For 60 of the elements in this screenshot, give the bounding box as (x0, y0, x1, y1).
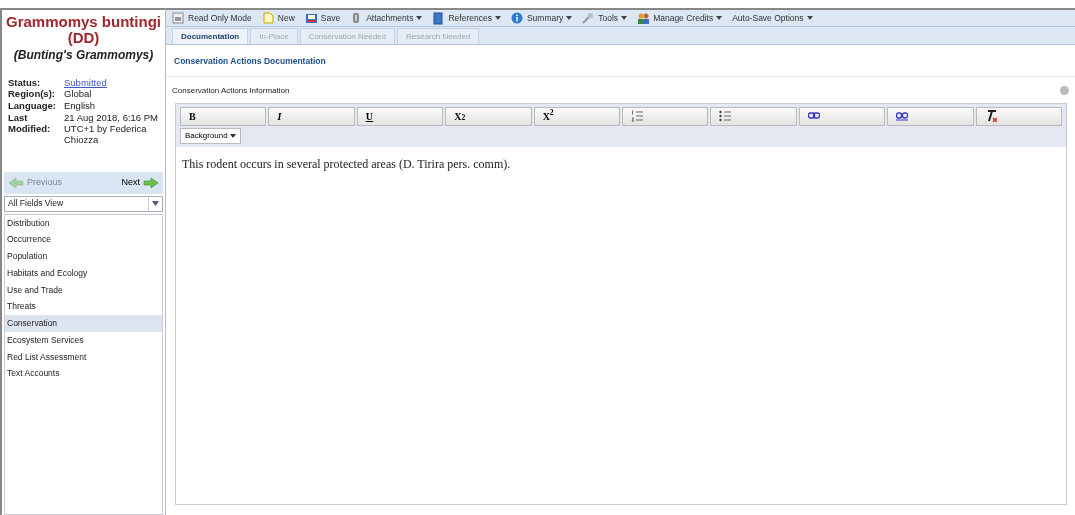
toolbar-button[interactable]: Tools (582, 11, 628, 25)
caret-icon (229, 133, 236, 138)
format-button[interactable]: B (180, 106, 267, 126)
detail-value: English (64, 101, 97, 113)
wrench-icon (582, 11, 596, 25)
detail-value: 21 Aug 2018, 6:16 PM UTC+1 by Federica Chiozza (64, 113, 159, 147)
new-page-icon (261, 11, 275, 25)
info-icon (510, 11, 524, 25)
category-code: (DD) (67, 29, 100, 46)
field-label: Conservation Actions Information (172, 84, 290, 97)
species-name: Grammomys buntingi (6, 14, 161, 30)
common-name: (Bunting's Grammomys) (13, 46, 154, 64)
section-item[interactable]: Conservation (5, 315, 162, 332)
lock-page-icon (172, 11, 185, 25)
editor-text: This rodent occurs in several protected areas (D. Tirira pers. comm). (182, 156, 511, 171)
toolbar-button[interactable]: Read Only Mode (172, 11, 252, 25)
unlink-icon (896, 110, 909, 123)
status-dot-icon (1060, 86, 1069, 96)
tab[interactable]: Documentation (172, 28, 249, 44)
status-link[interactable]: Submitted (64, 77, 107, 89)
format-button[interactable] (887, 106, 974, 126)
book-icon (432, 11, 446, 25)
arrow-icon (8, 176, 24, 189)
numbered-list-icon (631, 110, 644, 123)
section-item[interactable]: Ecosystem Services (5, 331, 162, 349)
toolbar-button[interactable]: Auto-Save Options (732, 11, 813, 25)
people-icon (637, 11, 651, 25)
section-item[interactable]: Habitats and Ecology (5, 264, 162, 282)
toolbar-button[interactable]: Summary (510, 11, 573, 25)
section-item[interactable]: Distribution (5, 214, 162, 232)
bullet-list-icon (719, 110, 732, 123)
section-item[interactable]: Red List Assessment (5, 348, 162, 366)
caret-icon (152, 201, 159, 207)
detail-label: Status: (8, 77, 42, 89)
background-dropdown[interactable]: Background (180, 127, 241, 144)
section-item[interactable]: Occurrence (5, 231, 162, 249)
format-button[interactable]: X$_{2}$ (445, 106, 532, 126)
toolbar-button[interactable]: References (432, 11, 501, 25)
toolbar-button[interactable]: New (261, 11, 295, 25)
detail-value: Global (64, 89, 93, 101)
toolbar-button[interactable]: Manage Credits (637, 11, 723, 25)
page-title: Conservation Actions Documentation (174, 56, 326, 66)
toolbar-button[interactable]: Attachments (350, 11, 423, 25)
detail-label: Region(s): (8, 89, 56, 101)
view-dropdown[interactable]: All Fields View (4, 195, 163, 212)
detail-label: Last Modified: (8, 113, 52, 137)
next-button[interactable]: Next (121, 176, 159, 190)
section-item[interactable]: Text Accounts (5, 365, 162, 383)
section-item[interactable]: Population (5, 248, 162, 265)
save-icon (304, 11, 318, 25)
toolbar-button[interactable]: Save (304, 11, 341, 25)
format-button[interactable]: I (268, 106, 355, 126)
format-button[interactable]: U (356, 106, 444, 126)
arrow-icon (143, 176, 159, 189)
detail-label: Language: (8, 101, 58, 113)
format-button[interactable] (975, 106, 1063, 126)
section-item[interactable]: Threats (5, 298, 162, 316)
section-item[interactable]: Use and Trade (5, 281, 162, 299)
format-button[interactable]: X$^{2}$ (533, 106, 621, 126)
format-button[interactable] (798, 106, 886, 126)
